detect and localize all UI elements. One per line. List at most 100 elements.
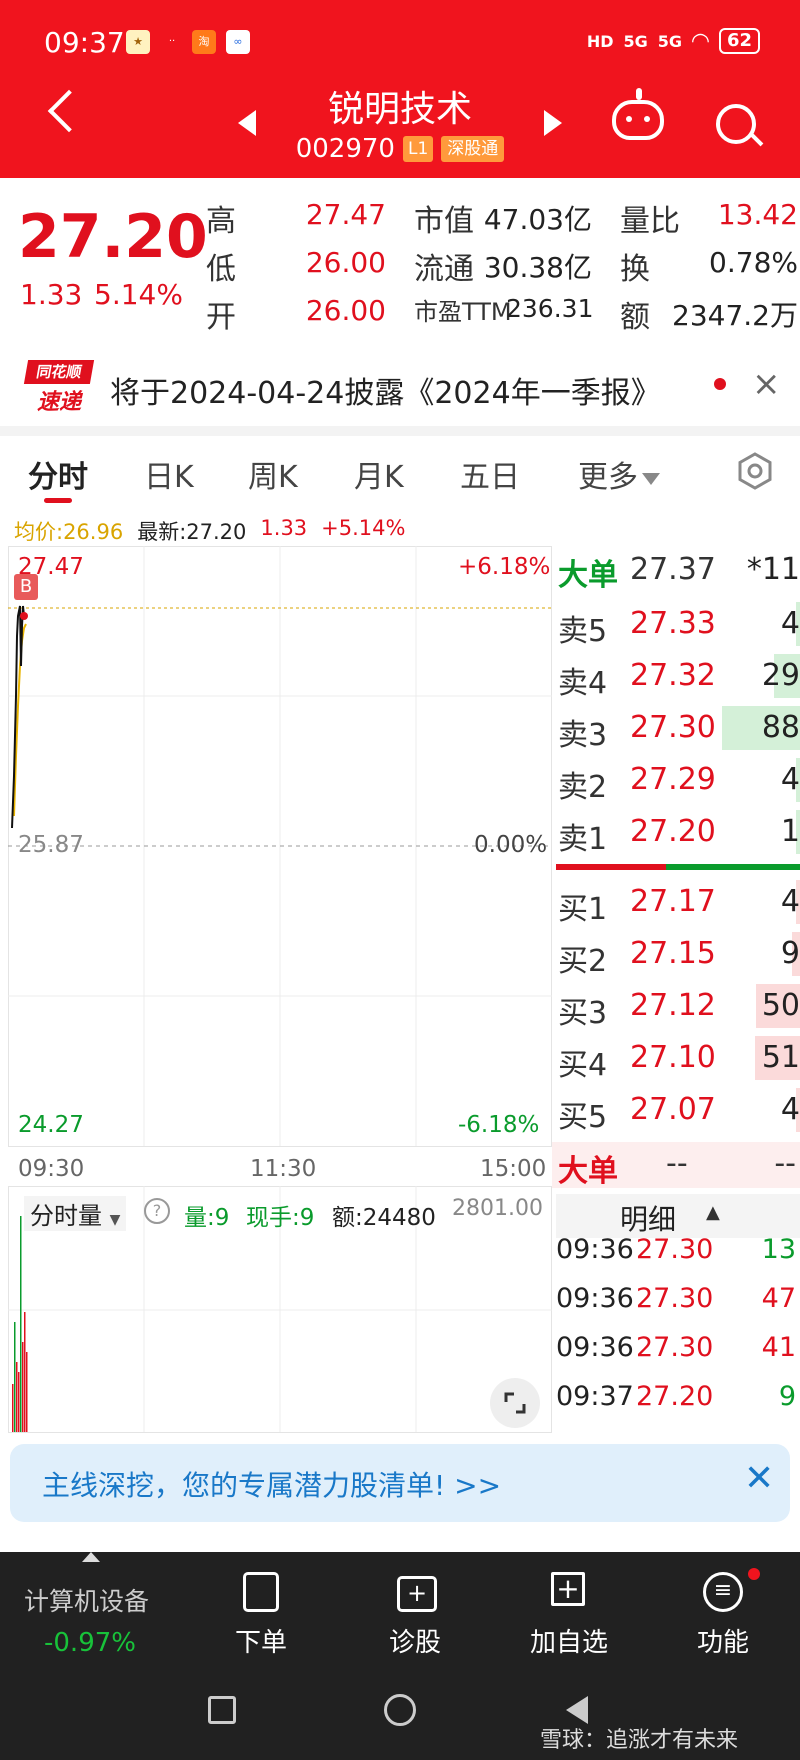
promo-text: 主线深挖，您的专属潜力股清单! >> (42, 1469, 502, 1502)
place-order-button[interactable]: 下单 (196, 1552, 326, 1672)
search-icon[interactable] (716, 104, 756, 144)
ask-row[interactable]: 卖3 27.30 88 (552, 702, 800, 754)
settings-hex-icon[interactable] (736, 452, 774, 490)
diagnose-button[interactable]: + 诊股 (350, 1552, 480, 1672)
mcap-value: 47.03亿 (483, 203, 592, 236)
next-stock-icon[interactable] (544, 110, 562, 136)
bid-row[interactable]: 买2 27.15 9 (552, 928, 800, 980)
expand-icon[interactable] (490, 1378, 540, 1428)
report-notice[interactable]: 同花顺 速递 将于2024-04-24披露《2024年一季报》 (0, 352, 800, 424)
amount-label: 额 (620, 300, 650, 335)
volume-bar (26, 1352, 28, 1432)
bid-row[interactable]: 买4 27.10 51 (552, 1032, 800, 1084)
level-price: 27.10 (630, 1040, 716, 1075)
ask-row[interactable]: 卖5 27.33 4 (552, 598, 800, 650)
intraday-chart[interactable] (8, 546, 552, 1434)
big-order-row-2: 大单 -- -- (552, 1142, 800, 1189)
buy-strength-bar (666, 864, 800, 870)
notice-close-icon[interactable]: × (752, 364, 781, 404)
level-volume: 9 (780, 936, 800, 971)
signal-5g-icon: 5G (657, 31, 683, 51)
volume-bar (22, 1342, 24, 1432)
app-notification-icon: ∞ (226, 30, 250, 54)
amount-value: 2347.2万 (672, 299, 798, 332)
big-order-price: 27.37 (630, 552, 716, 587)
level-volume: 50 (761, 988, 800, 1023)
volume-bar (20, 1216, 22, 1432)
tab-monthly-k[interactable]: 月K (354, 452, 404, 496)
tab-weekly-k[interactable]: 周K (248, 452, 298, 496)
volume-value: 量:9 (184, 1205, 230, 1231)
sort-up-icon: ▲ (706, 1202, 720, 1223)
buy-marker: B (14, 574, 38, 600)
pe-value: 236.31 (506, 294, 594, 323)
xueqiu-watermark: 雪球：追涨才有未来 (540, 1728, 739, 1753)
stock-code-row: 002970 L1 深股通 (260, 134, 540, 164)
bid-row[interactable]: 买1 27.17 4 (552, 876, 800, 928)
level-label: 买1 (558, 892, 608, 927)
volume-bar (12, 1384, 14, 1432)
ths-express-logo: 同花顺 速递 (23, 360, 95, 416)
sector-change: -0.97% (44, 1628, 136, 1658)
pe-label: 市盈TTM (414, 298, 512, 326)
high-value: 27.47 (305, 198, 386, 231)
function-button[interactable]: ≡ 功能 (658, 1552, 788, 1672)
ask-row[interactable]: 卖2 27.29 4 (552, 754, 800, 806)
level-price: 27.17 (630, 884, 716, 919)
help-icon[interactable]: ? (144, 1198, 170, 1224)
tick-time: 09:37 (556, 1381, 634, 1412)
latest-change: 1.33 (260, 516, 308, 540)
float-value: 30.38亿 (483, 251, 592, 284)
order-doc-icon (243, 1572, 279, 1612)
volume-bar (14, 1322, 16, 1432)
low-value: 26.00 (305, 246, 386, 279)
level-price: 27.29 (630, 762, 716, 797)
tab-daily-k[interactable]: 日K (144, 452, 194, 496)
unread-dot (714, 378, 726, 390)
recent-apps-icon[interactable] (208, 1696, 236, 1724)
ask-row[interactable]: 卖1 27.20 1 (552, 806, 800, 858)
promo-close-icon[interactable]: ✕ (744, 1458, 774, 1499)
signal-5g-icon: 5G (623, 31, 648, 51)
promo-banner[interactable]: 主线深挖，您的专属潜力股清单! >> ✕ (10, 1444, 790, 1522)
level-label: 卖5 (558, 614, 608, 649)
bid-row[interactable]: 买3 27.12 50 (552, 980, 800, 1032)
tick-time: 09:36 (556, 1234, 634, 1265)
back-icon[interactable] (566, 1696, 588, 1724)
pct-mid-label: 0.00% (474, 832, 548, 858)
prev-stock-icon[interactable] (238, 110, 256, 136)
volume-bar (18, 1372, 20, 1432)
ask-row[interactable]: 卖4 27.32 29 (552, 650, 800, 702)
level-label: 买4 (558, 1048, 608, 1083)
back-arrow-icon[interactable] (47, 89, 91, 133)
tick-price: 27.30 (636, 1283, 714, 1314)
battery-icon: 62 (718, 28, 760, 54)
sector-button[interactable]: 计算机设备 -0.97% (0, 1552, 180, 1672)
level-label: 卖1 (558, 822, 608, 857)
big-order-label: 大单 (558, 558, 618, 593)
volume-bars (12, 1216, 28, 1432)
tick-volume: 41 (761, 1332, 796, 1363)
hand-value: 现手:9 (246, 1205, 315, 1231)
home-icon[interactable] (384, 1694, 416, 1726)
caret-up-icon (82, 1552, 100, 1562)
tab-five-day[interactable]: 五日 (460, 452, 520, 496)
tick-time: 09:36 (556, 1332, 634, 1363)
robot-assistant-icon[interactable] (612, 88, 664, 140)
section-divider (0, 426, 800, 436)
float-label: 流通 (414, 252, 474, 287)
tab-more[interactable]: 更多 (578, 452, 660, 496)
bottom-action-bar: 计算机设备 -0.97% 下单 + 诊股 + 加自选 ≡ 功能 (0, 1552, 800, 1672)
level-volume: 29 (761, 658, 800, 693)
tab-intraday[interactable]: 分时 (28, 452, 88, 496)
bid-row[interactable]: 买5 27.07 4 (552, 1084, 800, 1136)
y-low-label: 24.27 (18, 1112, 84, 1138)
hd-indicator: HD (586, 31, 614, 51)
app-notification-icon: ★ (126, 30, 150, 54)
volume-max-label: 2801.00 (452, 1196, 543, 1221)
turnover-value: 0.78% (709, 246, 798, 279)
add-watchlist-button[interactable]: + 加自选 (504, 1552, 634, 1672)
volume-type-dropdown[interactable]: 分时量 ▼ (24, 1196, 127, 1231)
tick-row: 09:36 27.30 41 (552, 1328, 800, 1376)
sell-strength-bar (556, 864, 666, 870)
